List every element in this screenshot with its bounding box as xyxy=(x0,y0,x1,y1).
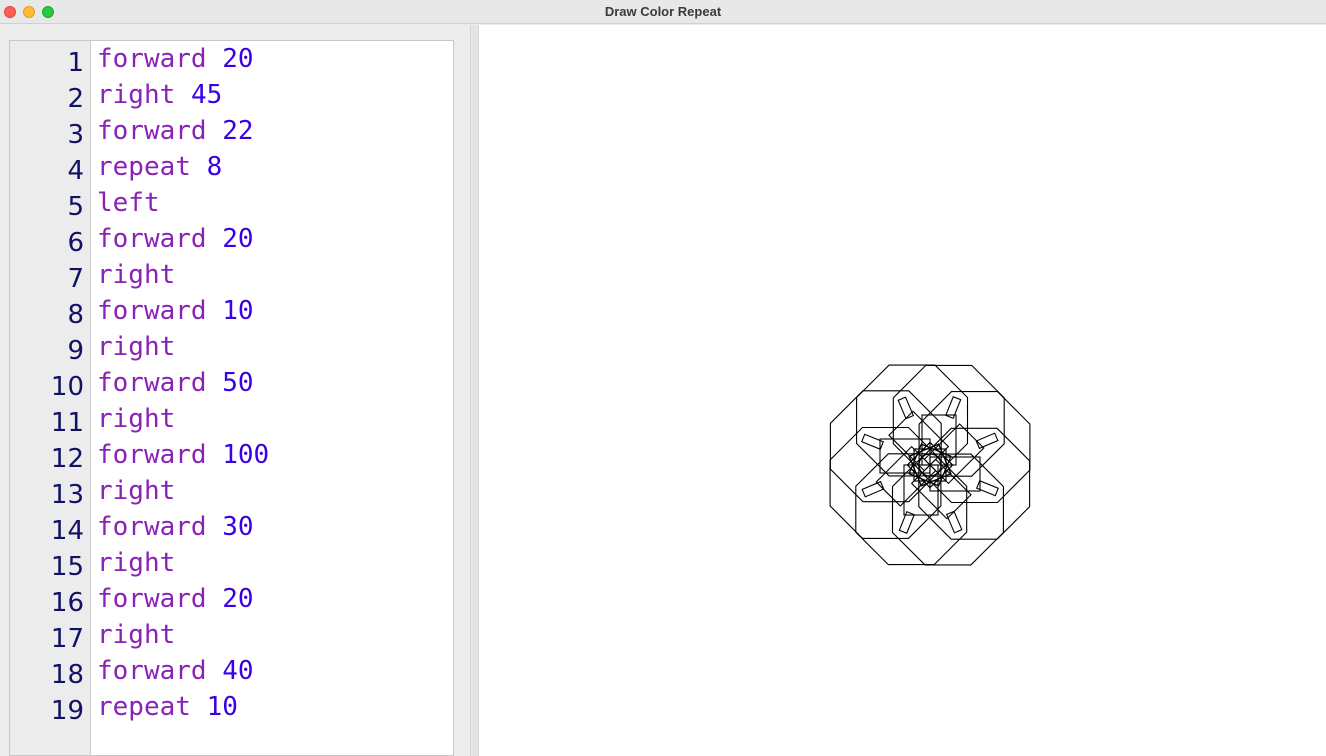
turtle-drawing xyxy=(829,364,1031,566)
line-number: 5 xyxy=(67,192,84,222)
small-tab xyxy=(945,510,963,534)
command-keyword: forward xyxy=(97,296,207,326)
code-line[interactable]: right xyxy=(97,545,175,581)
code-line[interactable]: forward 20 xyxy=(97,221,254,257)
editor-pane: 1 2 3 4 5 6 7 8 9 10 11 12 13 14 15 16 17 18 19 forward 20… xyxy=(0,25,470,756)
command-argument: 10 xyxy=(222,296,254,326)
line-number: 12 xyxy=(50,444,84,474)
command-argument: 22 xyxy=(222,116,254,146)
line-number: 7 xyxy=(67,264,84,294)
command-keyword: forward xyxy=(97,656,207,686)
line-number: 17 xyxy=(50,624,84,654)
code-line[interactable]: forward 20 xyxy=(97,581,254,617)
line-number: 14 xyxy=(50,516,84,546)
command-keyword: repeat xyxy=(97,692,191,722)
line-number: 8 xyxy=(67,300,84,330)
line-number: 15 xyxy=(50,552,84,582)
code-line[interactable]: repeat 10 xyxy=(97,689,238,725)
line-number: 16 xyxy=(50,588,84,618)
code-line[interactable]: right xyxy=(97,329,175,365)
line-number: 10 xyxy=(50,372,84,402)
line-number: 13 xyxy=(50,480,84,510)
command-argument: 8 xyxy=(206,152,223,182)
window-titlebar: Draw Color Repeat xyxy=(0,0,1326,24)
code-line[interactable]: right xyxy=(97,617,175,653)
drawing-canvas xyxy=(479,25,1326,756)
code-line[interactable]: right 45 xyxy=(97,77,222,113)
command-keyword: right xyxy=(97,620,176,650)
command-keyword: forward xyxy=(97,368,207,398)
line-number: 2 xyxy=(67,84,84,114)
small-tab xyxy=(861,480,885,498)
octagon-outline xyxy=(891,453,1004,566)
command-argument: 20 xyxy=(222,44,254,74)
code-line[interactable]: forward 100 xyxy=(97,437,269,473)
command-keyword: repeat xyxy=(97,152,191,182)
command-keyword: left xyxy=(97,188,160,218)
command-keyword: forward xyxy=(97,440,207,470)
line-number: 9 xyxy=(67,336,84,366)
line-number: 6 xyxy=(67,228,84,258)
rosette-strokes xyxy=(829,364,1031,566)
code-line[interactable]: right xyxy=(97,401,175,437)
command-argument: 40 xyxy=(222,656,254,686)
pane-splitter[interactable] xyxy=(470,25,479,756)
code-line[interactable]: forward 30 xyxy=(97,509,254,545)
code-line[interactable]: right xyxy=(97,473,175,509)
small-tab xyxy=(975,432,999,450)
code-editor[interactable]: 1 2 3 4 5 6 7 8 9 10 11 12 13 14 15 16 17 18 19 forward 20… xyxy=(9,40,454,756)
command-argument: 20 xyxy=(222,584,254,614)
line-number: 4 xyxy=(67,156,84,186)
command-keyword: forward xyxy=(97,512,207,542)
line-number: 19 xyxy=(50,696,84,726)
line-number-gutter: 1 2 3 4 5 6 7 8 9 10 11 12 13 14 15 16 17 18 19 xyxy=(10,41,91,755)
command-argument: 30 xyxy=(222,512,254,542)
window-title: Draw Color Repeat xyxy=(604,4,722,19)
command-keyword: right xyxy=(97,476,176,506)
command-keyword: right xyxy=(97,548,176,578)
command-argument: 100 xyxy=(222,440,270,470)
code-line[interactable]: forward 40 xyxy=(97,653,254,689)
command-keyword: right xyxy=(97,404,176,434)
code-line[interactable]: forward 10 xyxy=(97,293,254,329)
command-keyword: right xyxy=(97,80,176,110)
line-number: 11 xyxy=(50,408,84,438)
octagon-outline xyxy=(918,391,1031,504)
line-number: 1 xyxy=(67,48,84,78)
command-keyword: right xyxy=(97,332,176,362)
command-argument: 50 xyxy=(222,368,254,398)
command-argument: 20 xyxy=(222,224,254,254)
line-number: 18 xyxy=(50,660,84,690)
code-line[interactable]: forward 20 xyxy=(97,41,254,77)
command-keyword: forward xyxy=(97,116,207,146)
small-tab xyxy=(897,396,915,420)
command-argument: 45 xyxy=(190,80,223,110)
line-number: 3 xyxy=(67,120,84,150)
octagon-outline xyxy=(829,426,942,539)
code-line[interactable]: left xyxy=(97,185,160,221)
command-keyword: forward xyxy=(97,224,207,254)
code-line[interactable]: repeat 8 xyxy=(97,149,222,185)
code-line[interactable]: forward 50 xyxy=(97,365,254,401)
code-line[interactable]: right xyxy=(97,257,175,293)
code-line[interactable]: forward 22 xyxy=(97,113,254,149)
octagon-outline xyxy=(856,364,969,477)
command-keyword: forward xyxy=(97,584,207,614)
command-argument: 10 xyxy=(206,692,238,722)
command-keyword: forward xyxy=(97,44,207,74)
command-keyword: right xyxy=(97,260,176,290)
